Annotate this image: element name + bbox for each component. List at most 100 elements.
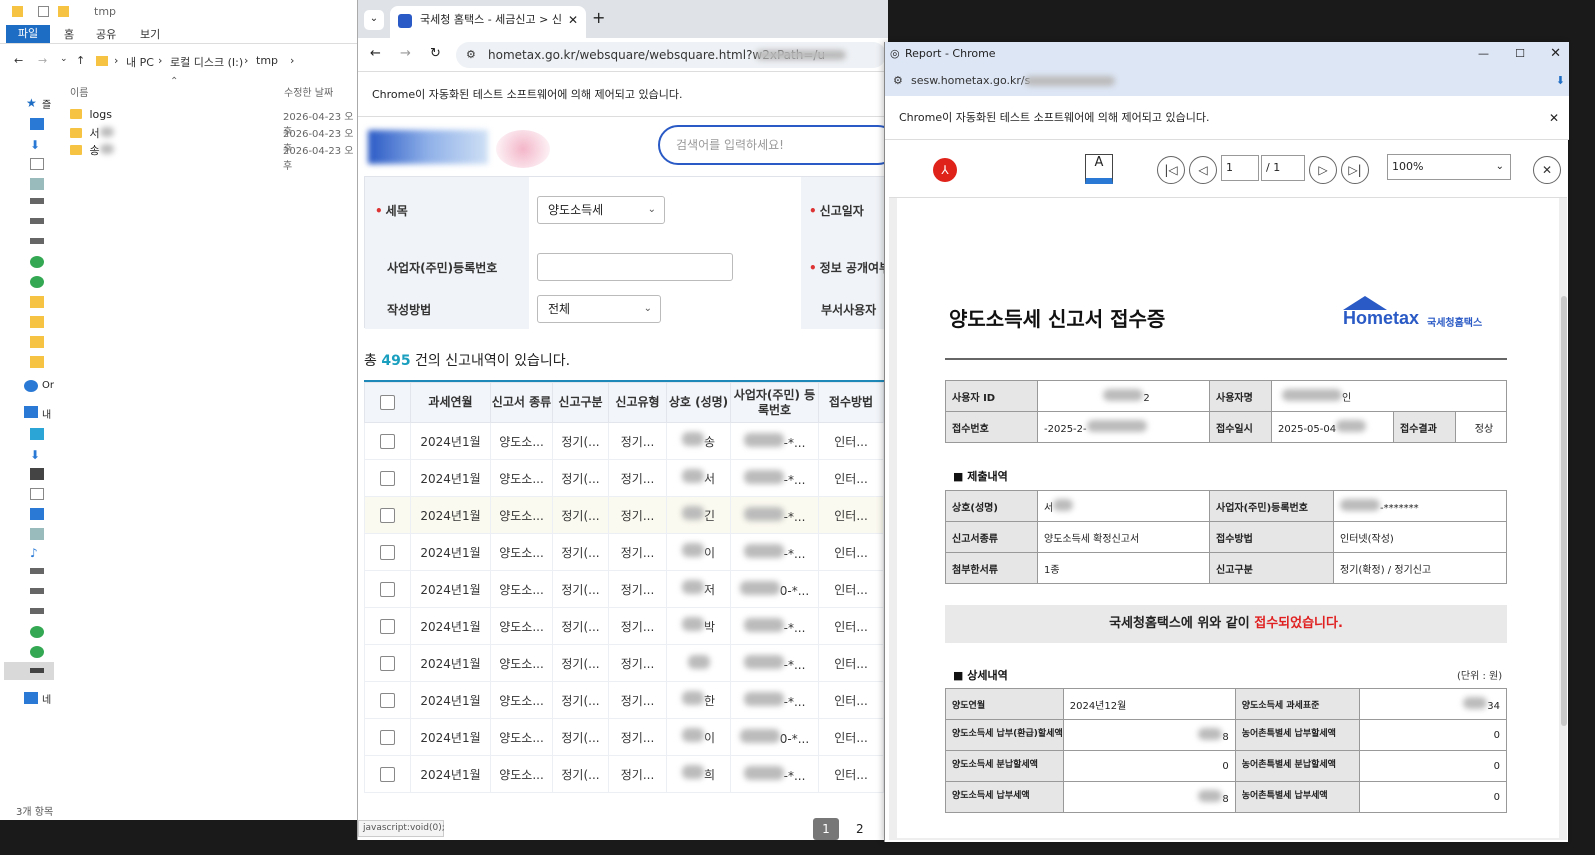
breadcrumb-tmp[interactable]: tmp [256, 54, 278, 67]
close-window-icon[interactable]: ✕ [1550, 42, 1561, 66]
last-page-icon[interactable]: ▷| [1341, 156, 1369, 184]
row-checkbox[interactable] [380, 433, 395, 449]
page-button[interactable]: 1 [813, 818, 839, 840]
site-settings-icon[interactable]: ⚙ [466, 42, 476, 68]
close-infobar-icon[interactable]: ✕ [1549, 96, 1559, 140]
column-header[interactable]: 신고구분 [552, 382, 609, 423]
document-icon[interactable] [30, 158, 44, 170]
drive-icon[interactable] [30, 668, 44, 673]
up-arrow-icon[interactable]: ↑ [76, 54, 85, 67]
table-row[interactable]: 2024년1월 양도소... 정기(... 정기... 이 0-*... 인터... [364, 718, 884, 756]
row-select-cell[interactable] [364, 496, 411, 534]
folder-icon[interactable] [30, 316, 44, 328]
print-icon[interactable]: A [1085, 154, 1113, 184]
zoom-select[interactable]: 100% ⌄ [1387, 154, 1511, 180]
select-all-checkbox[interactable] [380, 395, 395, 410]
tab-search-chevron-icon[interactable]: ⌄ [364, 10, 384, 30]
list-item[interactable]: logs 2026-04-23 오후 [70, 108, 360, 138]
popup-url-bar[interactable]: ⚙ sesw.hometax.go.kr/s ⬇ [885, 66, 1569, 96]
picture-icon[interactable] [30, 178, 44, 190]
row-select-cell[interactable] [364, 718, 411, 756]
nav-label-network[interactable]: 네 [42, 691, 51, 706]
drive-icon[interactable] [30, 608, 44, 614]
picture-icon[interactable] [30, 528, 44, 540]
url-bar[interactable]: ⚙ hometax.go.kr/websquare/websquare.html… [456, 42, 886, 68]
column-header-date[interactable]: 수정한 날짜 [284, 84, 333, 99]
new-tab-icon[interactable]: + [592, 8, 605, 27]
nav-selected-drive[interactable] [4, 662, 54, 680]
folder-icon[interactable] [30, 296, 44, 308]
table-row[interactable]: 2024년1월 양도소... 정기(... 정기... 희 -*... 인터... [364, 755, 884, 793]
3d-objects-icon[interactable] [30, 428, 44, 440]
pdf-export-icon[interactable]: ⅄ [933, 158, 957, 182]
column-header[interactable]: 접수방법 [818, 382, 884, 423]
drive-icon[interactable] [30, 238, 44, 244]
desktop-icon[interactable] [30, 118, 44, 130]
prev-page-icon[interactable]: ◁ [1189, 156, 1217, 184]
hometax-logo[interactable] [368, 130, 488, 164]
row-select-cell[interactable] [364, 459, 411, 497]
column-header[interactable]: 신고서 종류 [490, 382, 553, 423]
google-drive-icon[interactable] [30, 646, 44, 658]
table-row[interactable]: 2024년1월 양도소... 정기(... 정기... 저 0-*... 인터... [364, 570, 884, 608]
row-checkbox[interactable] [380, 618, 395, 634]
page-number-input[interactable]: 1 [1221, 155, 1259, 181]
music-icon[interactable]: ♪ [30, 546, 44, 560]
recent-chevron-icon[interactable]: ⌄ [60, 54, 68, 64]
list-item[interactable]: 서 2026-04-23 오후 [70, 125, 360, 155]
column-header[interactable]: 상호 (성명) [666, 382, 731, 423]
ribbon-share-tab[interactable]: 공유 [96, 26, 116, 42]
folder-icon[interactable] [30, 356, 44, 368]
table-row[interactable]: 2024년1월 양도소... 정기(... 정기... 긴 -*... 인터... [364, 496, 884, 534]
google-drive-icon[interactable] [30, 626, 44, 638]
row-select-cell[interactable] [364, 607, 411, 645]
table-row[interactable]: 2024년1월 양도소... 정기(... 정기... 서 -*... 인터... [364, 459, 884, 497]
network-icon[interactable] [24, 692, 38, 704]
star-icon[interactable]: ★ [26, 96, 37, 110]
nav-label-this-pc[interactable]: 내 [42, 406, 51, 421]
row-select-cell[interactable] [364, 533, 411, 571]
nav-label-quick-access[interactable]: 즐 [42, 96, 51, 111]
column-header-name[interactable]: 이름 [70, 84, 88, 99]
drive-icon[interactable] [30, 218, 44, 224]
google-drive-icon[interactable] [30, 256, 44, 268]
this-pc-icon[interactable] [24, 406, 38, 418]
row-checkbox[interactable] [380, 729, 395, 745]
row-select-cell[interactable] [364, 755, 411, 793]
close-viewer-icon[interactable]: ✕ [1533, 156, 1561, 184]
row-checkbox[interactable] [380, 766, 395, 782]
row-checkbox[interactable] [380, 470, 395, 486]
site-settings-icon[interactable]: ⚙ [893, 66, 903, 96]
google-drive-icon[interactable] [30, 276, 44, 288]
breadcrumb-local-disk[interactable]: 로컬 디스크 (I:) [170, 54, 243, 70]
drive-icon[interactable] [30, 568, 44, 574]
list-item[interactable]: 송 2026-04-23 오후 [70, 142, 360, 172]
folder-icon[interactable] [30, 336, 44, 348]
table-row[interactable]: 2024년1월 양도소... 정기(... 정기... 한 -*... 인터... [364, 681, 884, 719]
row-checkbox[interactable] [380, 692, 395, 708]
video-icon[interactable] [30, 468, 44, 480]
row-select-cell[interactable] [364, 422, 411, 460]
row-checkbox[interactable] [380, 507, 395, 523]
download-icon[interactable]: ⬇ [30, 138, 44, 152]
back-arrow-icon[interactable]: ← [14, 54, 23, 67]
drive-icon[interactable] [30, 198, 44, 204]
download-icon[interactable]: ⬇ [30, 448, 44, 462]
reload-icon[interactable]: ↻ [430, 46, 441, 61]
row-checkbox[interactable] [380, 581, 395, 597]
checkbox-icon[interactable] [38, 6, 49, 17]
onedrive-icon[interactable] [24, 380, 38, 392]
table-row[interactable]: 2024년1월 양도소... 정기(... 정기... -*... 인터... [364, 644, 884, 682]
download-icon[interactable]: ⬇ [1556, 66, 1565, 96]
next-page-icon[interactable]: ▷ [1309, 156, 1337, 184]
ribbon-file-tab[interactable]: 파일 [6, 25, 50, 43]
first-page-icon[interactable]: |◁ [1157, 156, 1185, 184]
nav-label-onedrive[interactable]: Or [42, 380, 54, 391]
column-header[interactable]: 사업자(주민) 등록번호 [730, 382, 819, 423]
column-header[interactable]: 신고유형 [608, 382, 667, 423]
row-select-cell[interactable] [364, 644, 411, 682]
write-method-select[interactable]: 전체 ⌄ [537, 295, 661, 323]
table-row[interactable]: 2024년1월 양도소... 정기(... 정기... 송 -*... 인터... [364, 422, 884, 460]
viewer-scrollbar[interactable] [1561, 296, 1567, 726]
row-select-cell[interactable] [364, 681, 411, 719]
